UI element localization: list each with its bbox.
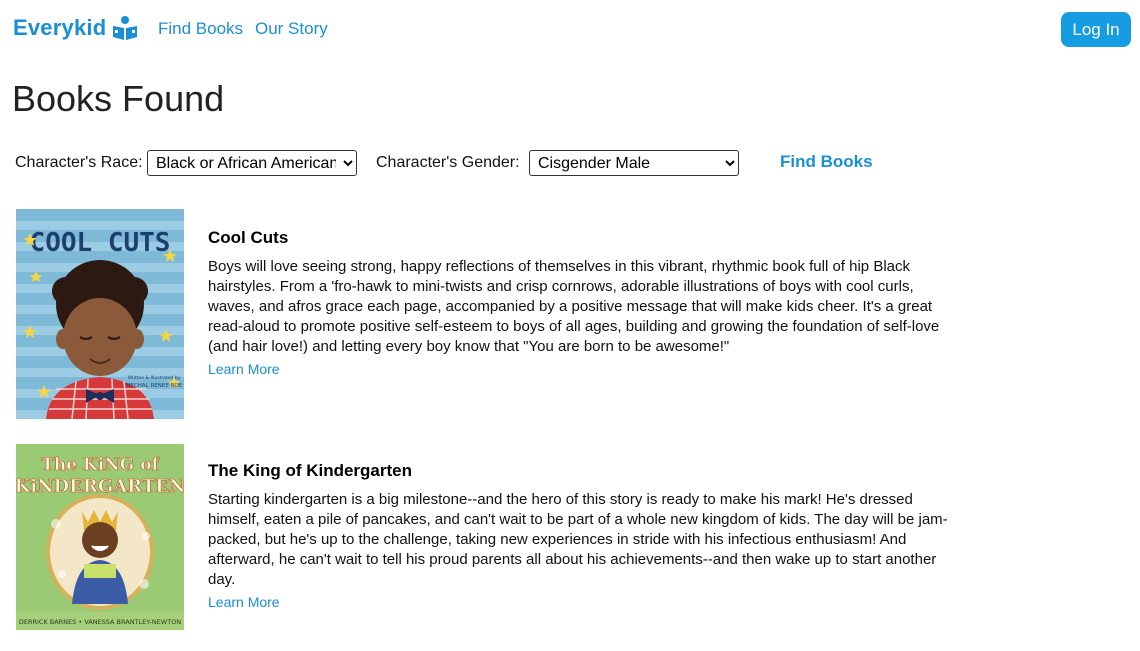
- cover-title-line2: KiNDERGARTEN: [16, 476, 184, 497]
- page-title: Books Found: [12, 78, 225, 119]
- book-description: Boys will love seeing strong, happy refl…: [208, 258, 940, 355]
- brand-logo-link[interactable]: Everykid: [13, 15, 138, 41]
- cover-author-text: MECHAL RENEE ROE: [126, 383, 183, 389]
- race-select[interactable]: Black or African American: [147, 150, 357, 176]
- learn-more-link[interactable]: Learn More: [208, 361, 280, 377]
- find-books-button[interactable]: Find Books: [780, 152, 873, 172]
- brand-name: Everykid: [13, 15, 107, 40]
- book-cover-cool-cuts[interactable]: COOL CUTS Written & Illustrated by MECHA…: [16, 209, 184, 419]
- learn-more-link[interactable]: Learn More: [208, 594, 280, 610]
- book-cover-king-of-kindergarten[interactable]: The KiNG of KiNDERGARTEN DERRICK BARNES …: [16, 444, 184, 630]
- top-navigation-bar: Everykid Find Books Our Story Log In: [0, 0, 1140, 60]
- race-filter-label: Character's Race:: [15, 154, 143, 171]
- cover-byline-text: Written & Illustrated by: [128, 375, 181, 381]
- book-details: Cool Cuts Boys will love seeing strong, …: [208, 228, 953, 379]
- book-reader-icon: [113, 16, 138, 40]
- book-title: Cool Cuts: [208, 228, 289, 247]
- book-result-item: The KiNG of KiNDERGARTEN DERRICK BARNES …: [16, 444, 956, 634]
- book-details: The King of Kindergarten Starting kinder…: [208, 461, 953, 612]
- login-button[interactable]: Log In: [1061, 12, 1131, 47]
- cover-title-line1: The KiNG of: [41, 455, 160, 475]
- book-title: The King of Kindergarten: [208, 461, 412, 480]
- book-result-item: COOL CUTS Written & Illustrated by MECHA…: [16, 209, 956, 421]
- cover-title-text: COOL CUTS: [30, 228, 171, 258]
- nav-our-story-link[interactable]: Our Story: [255, 19, 328, 39]
- gender-select[interactable]: Cisgender Male: [529, 150, 739, 176]
- cover-author-text: DERRICK BARNES • VANESSA BRANTLEY-NEWTON: [19, 618, 181, 626]
- book-description: Starting kindergarten is a big milestone…: [208, 491, 948, 588]
- nav-find-books-link[interactable]: Find Books: [158, 19, 243, 39]
- gender-filter-label: Character's Gender:: [376, 154, 520, 171]
